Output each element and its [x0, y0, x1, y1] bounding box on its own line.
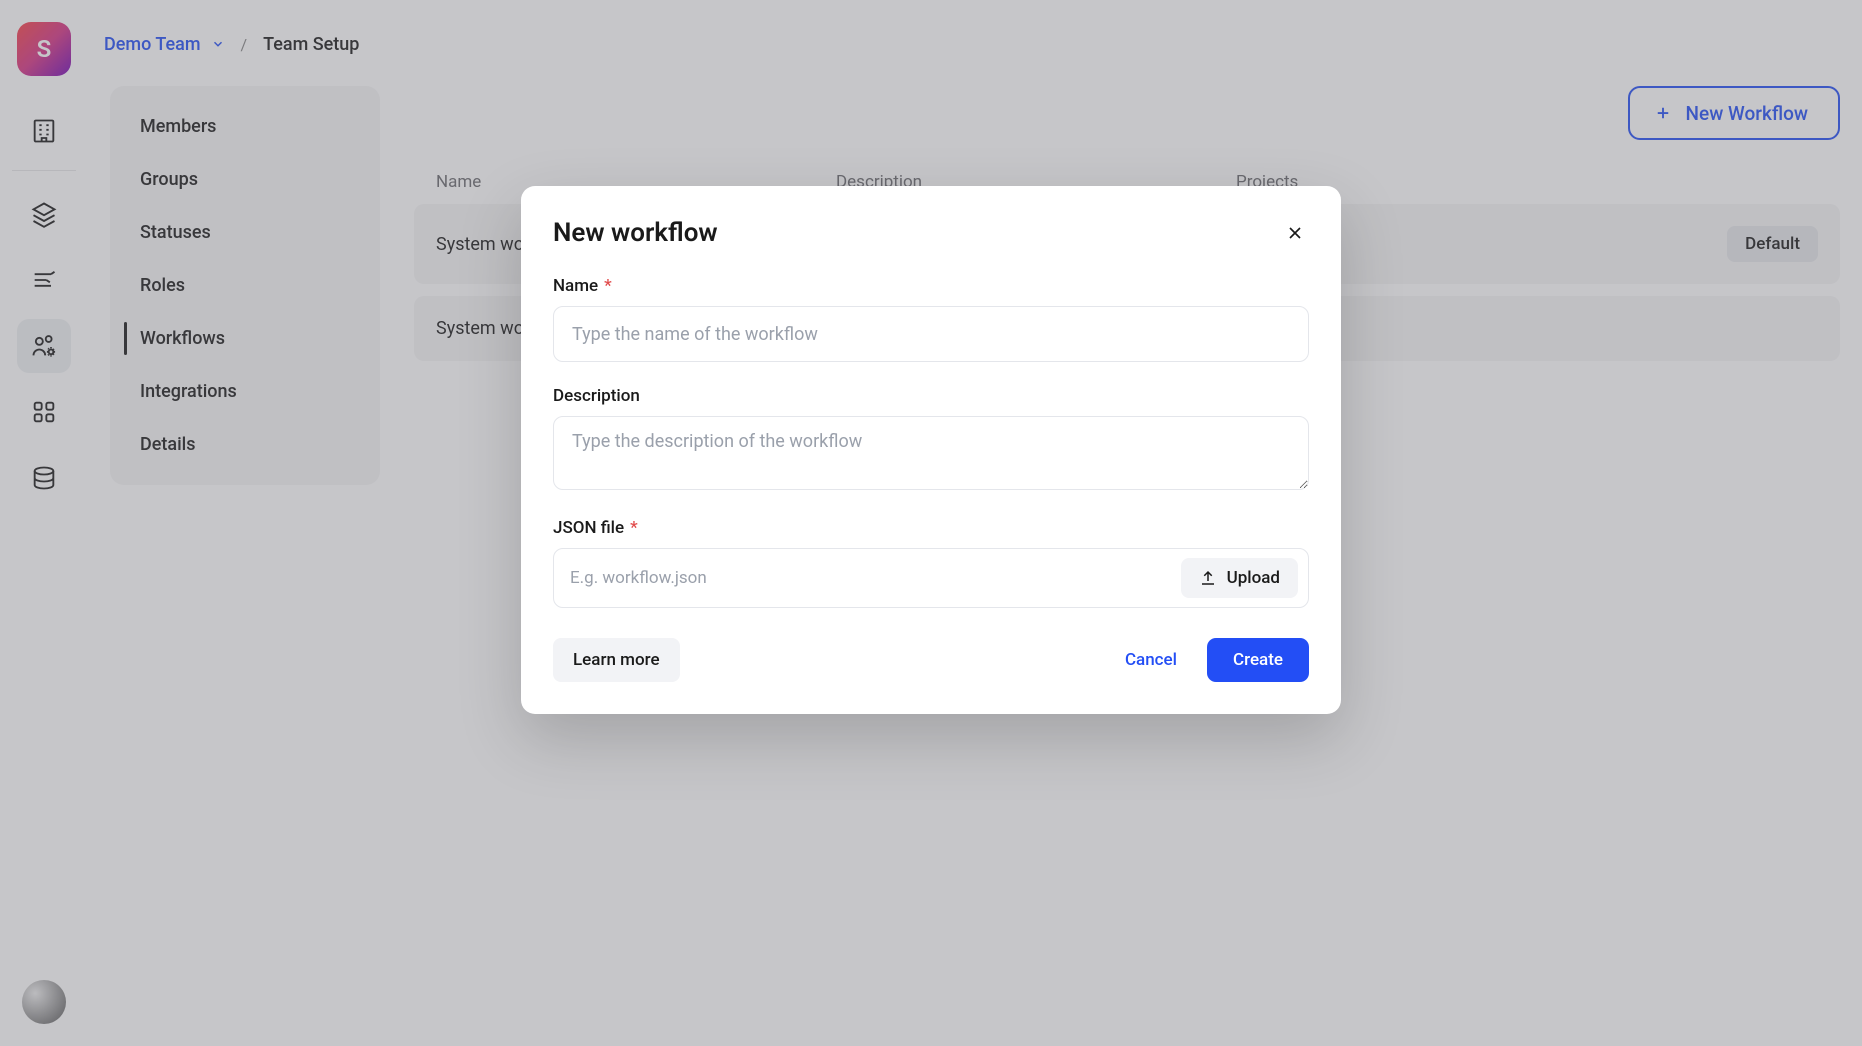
learn-more-button[interactable]: Learn more — [553, 638, 680, 682]
upload-button[interactable]: Upload — [1181, 558, 1298, 598]
json-file-label: JSON file* — [553, 518, 1309, 538]
description-textarea[interactable] — [553, 416, 1309, 490]
new-workflow-modal: New workflow Name* Description JSON file… — [521, 186, 1341, 714]
upload-label: Upload — [1227, 568, 1280, 588]
name-label: Name* — [553, 276, 1309, 296]
upload-icon — [1199, 569, 1217, 587]
close-button[interactable] — [1281, 219, 1309, 247]
name-input[interactable] — [553, 306, 1309, 362]
create-button[interactable]: Create — [1207, 638, 1309, 682]
close-icon — [1285, 223, 1305, 243]
json-file-placeholder: E.g. workflow.json — [570, 568, 1169, 588]
modal-title: New workflow — [553, 218, 718, 248]
json-file-row: E.g. workflow.json Upload — [553, 548, 1309, 608]
description-label: Description — [553, 386, 1309, 406]
modal-overlay: New workflow Name* Description JSON file… — [0, 0, 1862, 1046]
cancel-button[interactable]: Cancel — [1103, 638, 1199, 682]
